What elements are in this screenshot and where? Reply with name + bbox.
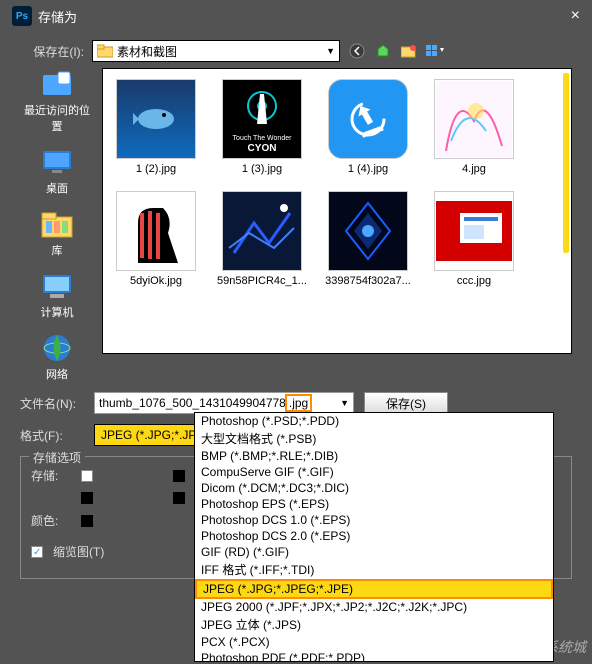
svg-text:CYON: CYON [248,143,277,154]
folder-icon [97,44,113,58]
place-libraries[interactable]: 库 [39,208,75,258]
close-icon[interactable]: × [571,7,580,25]
format-option[interactable]: Dicom (*.DCM;*.DC3;*.DIC) [195,480,553,496]
format-option[interactable]: GIF (RD) (*.GIF) [195,544,553,560]
format-option[interactable]: JPEG 2000 (*.JPF;*.JPX;*.JP2;*.J2C;*.J2K… [195,599,553,615]
save-button[interactable]: 保存(S) [364,392,448,414]
checkbox[interactable] [81,492,93,504]
file-item[interactable]: Touch The WonderCYON 1 (3).jpg [219,79,305,175]
place-desktop[interactable]: 桌面 [39,146,75,196]
places-bar: 最近访问的位置 桌面 库 计算机 网络 [20,68,94,382]
format-option[interactable]: IFF 格式 (*.IFF;*.TDI) [195,560,553,579]
up-icon[interactable] [374,42,392,60]
format-dropdown[interactable]: Photoshop (*.PSD;*.PDD)大型文档格式 (*.PSB)BMP… [194,412,554,662]
window-title: 存储为 [38,7,77,26]
store-label: 存储: [31,467,71,484]
file-list[interactable]: 1 (2).jpg Touch The WonderCYON 1 (3).jpg… [102,68,572,354]
views-icon[interactable] [426,42,444,60]
file-item[interactable]: 4.jpg [431,79,517,175]
filename-label: 文件名(N): [20,395,84,412]
checkbox[interactable] [81,470,93,482]
chevron-down-icon[interactable]: ▼ [340,398,349,408]
color-label: 颜色: [31,512,71,529]
format-label: 格式(F): [20,427,84,444]
format-option[interactable]: Photoshop PDF (*.PDF;*.PDP) [195,650,553,662]
format-option[interactable]: Photoshop (*.PSD;*.PDD) [195,413,553,429]
format-option[interactable]: PCX (*.PCX) [195,634,553,650]
format-option[interactable]: Photoshop EPS (*.EPS) [195,496,553,512]
save-in-combo[interactable]: 素材和截图 ▼ [92,40,340,62]
file-item[interactable]: ccc.jpg [431,191,517,287]
checkbox[interactable] [81,515,93,527]
file-item[interactable]: 3398754f302a7... [325,191,411,287]
format-option[interactable]: JPEG (*.JPG;*.JPEG;*.JPE) [195,579,553,599]
format-option[interactable]: 大型文档格式 (*.PSB) [195,429,553,448]
checkbox[interactable] [173,492,185,504]
place-computer[interactable]: 计算机 [39,270,75,320]
app-icon: Ps [12,6,32,26]
save-in-value: 素材和截图 [117,43,177,60]
checkbox[interactable] [173,470,185,482]
format-option[interactable]: BMP (*.BMP;*.RLE;*.DIB) [195,448,553,464]
thumbnail-label: 缩览图(T) [53,543,104,560]
svg-text:Touch The Wonder: Touch The Wonder [233,135,292,142]
save-in-label: 保存在(I): [20,43,84,60]
back-icon[interactable] [348,42,366,60]
file-item[interactable]: 59n58PICR4c_1... [219,191,305,287]
file-item[interactable]: 5dyiOk.jpg [113,191,199,287]
place-network[interactable]: 网络 [39,332,75,382]
place-recent[interactable]: 最近访问的位置 [20,68,94,134]
new-folder-icon[interactable] [400,42,418,60]
scrollbar[interactable] [563,73,569,253]
options-legend: 存储选项 [29,449,85,466]
thumbnail-checkbox[interactable] [31,546,43,558]
format-option[interactable]: Photoshop DCS 2.0 (*.EPS) [195,528,553,544]
format-option[interactable]: CompuServe GIF (*.GIF) [195,464,553,480]
filename-ext-highlight: .jpg [285,394,312,412]
file-item[interactable]: 1 (4).jpg [325,79,411,175]
file-item[interactable]: 1 (2).jpg [113,79,199,175]
titlebar: Ps 存储为 × [0,0,592,32]
filename-input[interactable]: thumb_1076_500_1431049904778.jpg ▼ [94,392,354,414]
format-option[interactable]: Photoshop DCS 1.0 (*.EPS) [195,512,553,528]
chevron-down-icon: ▼ [326,46,335,56]
format-option[interactable]: JPEG 立体 (*.JPS) [195,615,553,634]
